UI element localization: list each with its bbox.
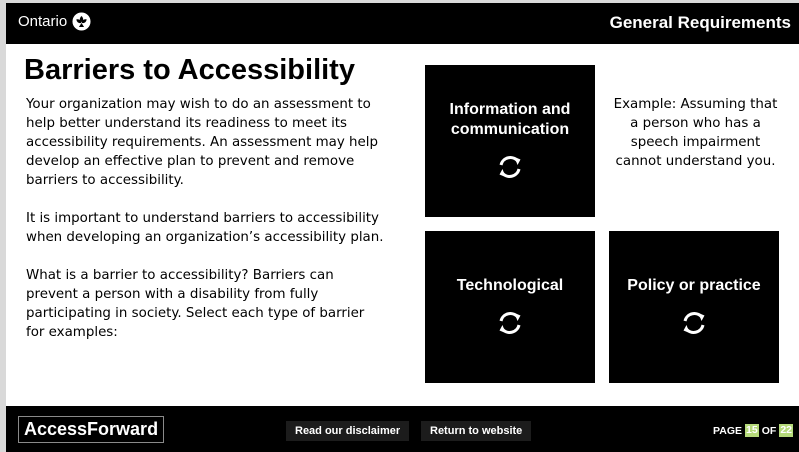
ontario-logo[interactable]: Ontario [18,12,91,31]
tile-label: Information and communication [449,101,571,138]
page-label: PAGE [713,424,743,437]
current-page-number: 15 [745,424,759,437]
section-title: General Requirements [609,13,791,32]
paragraph-plan: It is important to understand barriers t… [26,211,384,245]
disclaimer-button[interactable]: Read our disclaimer [286,421,410,441]
tile-policy-practice[interactable]: Policy or practice [609,231,779,383]
refresh-icon [499,156,521,178]
tile-technological[interactable]: Technological [425,231,595,383]
logo-text: Ontario [18,13,68,30]
refresh-icon [499,312,521,334]
return-to-website-button[interactable]: Return to website [421,421,532,441]
trillium-logo-icon [72,12,91,31]
intro-text: Your organization may wish to do an asse… [26,95,386,361]
example-text: Example: Assuming that a person who has … [613,97,778,169]
paragraph-assessment: Your organization may wish to do an asse… [26,97,378,188]
total-pages-number: 22 [779,424,793,437]
tile-label: Technological [456,277,564,294]
header-bar: Ontario General Requirements [6,3,799,44]
page-of-label: OF [761,424,777,437]
page-title: Barriers to Accessibility [24,54,355,86]
footer-bar: AccessForward Read our disclaimer Return… [6,406,799,452]
accessforward-logo[interactable]: AccessForward [18,416,165,443]
page-indicator: PAGE 15 OF 22 [713,424,793,437]
refresh-icon [683,312,705,334]
paragraph-instructions: What is a barrier to accessibility? Barr… [26,268,365,340]
tile-information-communication[interactable]: Information and communication [425,65,595,217]
tile-label: Policy or practice [627,277,761,294]
